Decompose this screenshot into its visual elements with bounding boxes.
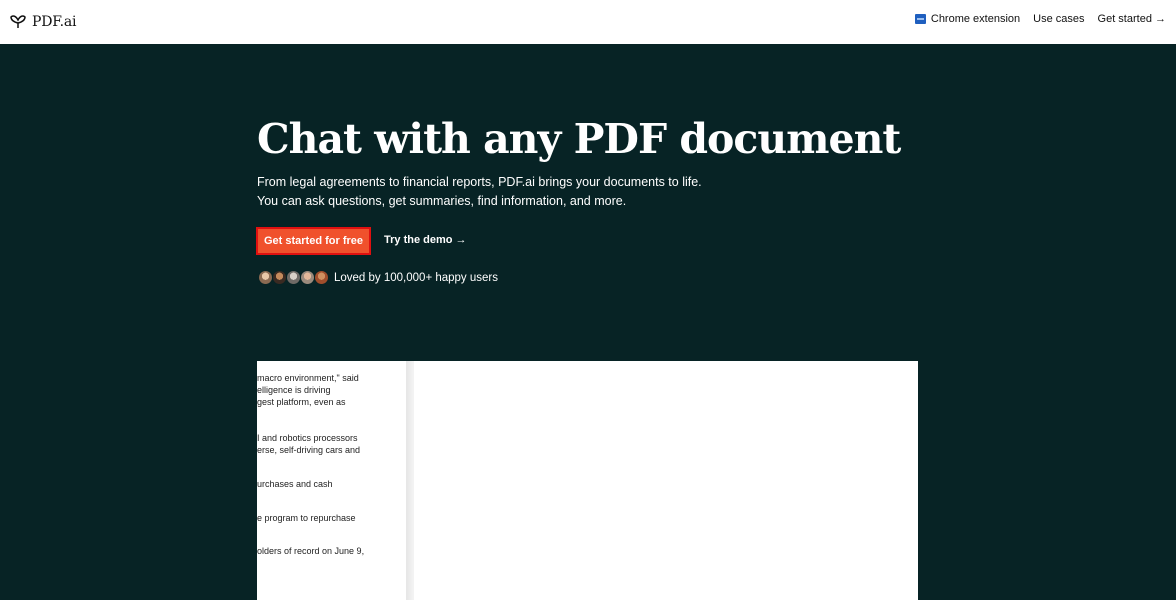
chrome-extension-icon (914, 14, 926, 24)
social-proof: Loved by 100,000+ happy users (258, 270, 498, 285)
hero-subtitle: From legal agreements to financial repor… (257, 173, 702, 210)
nav-use-cases-label: Use cases (1033, 13, 1085, 25)
pdf-page: macro environment," said elligence is dr… (257, 361, 407, 600)
brand-name: PDF.ai (32, 14, 77, 30)
document-preview: macro environment," said elligence is dr… (257, 361, 918, 600)
hero-subtitle-line-2: You can ask questions, get summaries, fi… (257, 193, 627, 208)
doc-line: elligence is driving (257, 385, 331, 395)
nav-chrome-extension-label: Chrome extension (930, 13, 1021, 25)
avatar (300, 270, 315, 285)
nav-get-started-label: Get started → (1097, 13, 1166, 25)
doc-line: urchases and cash (257, 479, 333, 489)
doc-line: erse, self-driving cars and (257, 445, 361, 455)
get-started-free-button[interactable]: Get started for free (256, 227, 371, 255)
try-demo-link[interactable]: Try the demo → (384, 234, 467, 246)
avatar (286, 270, 301, 285)
nav-get-started[interactable]: Get started → (1098, 13, 1166, 25)
doc-line: olders of record on June 9, (257, 546, 365, 556)
nav-chrome-extension[interactable]: Chrome extension (914, 13, 1021, 25)
doc-line: gest platform, even as (257, 397, 346, 407)
logo-icon (10, 15, 26, 28)
top-navbar: PDF.ai Chrome extension Use cases Get st… (0, 0, 1176, 44)
user-avatars (258, 270, 329, 285)
doc-line: e program to repurchase (257, 513, 356, 523)
hero-title: Chat with any PDF document (257, 115, 901, 163)
panel-divider[interactable] (406, 361, 414, 600)
social-proof-text: Loved by 100,000+ happy users (334, 271, 498, 284)
brand-logo[interactable]: PDF.ai (10, 12, 76, 32)
nav-menu: Chrome extension Use cases Get started → (914, 13, 1166, 25)
hero-subtitle-line-1: From legal agreements to financial repor… (257, 175, 702, 189)
doc-line: macro environment," said (257, 373, 359, 383)
avatar (272, 270, 287, 285)
avatar (314, 270, 329, 285)
doc-line: I and robotics processors (257, 433, 358, 443)
avatar (258, 270, 273, 285)
nav-use-cases[interactable]: Use cases (1033, 13, 1084, 25)
